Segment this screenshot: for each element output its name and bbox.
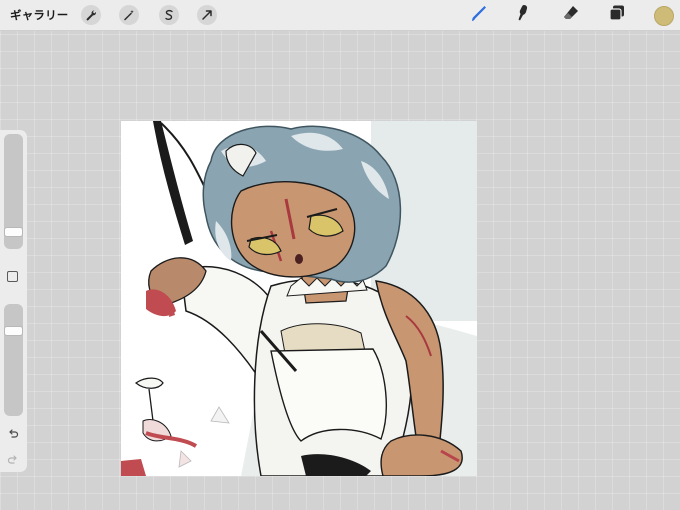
drawing-canvas[interactable] xyxy=(121,121,477,476)
eraser-tool-button[interactable] xyxy=(560,4,582,26)
brush-tool-button[interactable] xyxy=(468,4,490,26)
wrench-icon xyxy=(85,6,97,25)
smudge-tool-button[interactable] xyxy=(511,4,533,26)
gallery-button[interactable]: ギャラリー xyxy=(10,7,69,23)
transform-arrow-icon xyxy=(201,6,213,25)
brush-size-handle[interactable] xyxy=(4,227,23,237)
brush-size-slider[interactable] xyxy=(4,134,23,249)
layers-button[interactable] xyxy=(606,4,628,26)
adjustments-button[interactable] xyxy=(119,5,139,25)
redo-icon xyxy=(7,450,19,469)
top-toolbar: ギャラリー xyxy=(0,0,680,31)
layers-icon xyxy=(607,3,627,27)
brush-icon xyxy=(469,3,489,27)
eraser-icon xyxy=(561,3,581,27)
undo-icon xyxy=(7,424,19,443)
color-picker-button[interactable] xyxy=(654,6,674,26)
smudge-icon xyxy=(512,3,532,27)
modify-button[interactable] xyxy=(7,271,18,282)
artwork xyxy=(121,121,477,476)
selection-icon xyxy=(163,6,175,25)
undo-button[interactable] xyxy=(5,426,21,440)
redo-button[interactable] xyxy=(5,452,21,466)
opacity-slider[interactable] xyxy=(4,304,23,416)
actions-button[interactable] xyxy=(81,5,101,25)
magic-wand-icon xyxy=(123,6,135,25)
transform-button[interactable] xyxy=(197,5,217,25)
left-sidebar xyxy=(0,130,27,472)
opacity-handle[interactable] xyxy=(4,326,23,336)
selection-button[interactable] xyxy=(159,5,179,25)
